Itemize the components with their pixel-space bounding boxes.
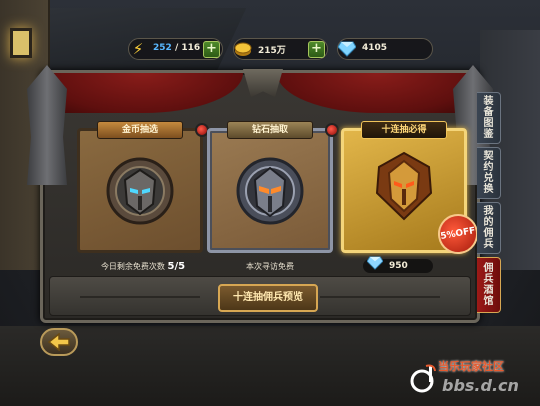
- free-draws-count: 5/5: [167, 261, 186, 272]
- energy-max: 116: [181, 43, 201, 53]
- gem-value: 4105: [362, 43, 388, 53]
- notification-dot: [325, 123, 339, 137]
- divider-left: [80, 296, 200, 298]
- diamond-draw-card[interactable]: 钻石抽取: [207, 121, 339, 253]
- gold-value: 215万: [258, 46, 286, 56]
- tab-my-mercenaries[interactable]: 我的佣兵: [477, 202, 501, 254]
- card-title: 钻石抽取: [227, 121, 313, 139]
- energy-current: 252: [153, 43, 172, 53]
- discount-badge: 5%OFF: [434, 210, 482, 258]
- bronze-helmet-icon: [106, 157, 174, 224]
- dangle-logo-icon: [410, 364, 436, 393]
- energy-separator: /: [174, 43, 179, 53]
- watermark-name: 当乐玩家社区: [438, 360, 504, 373]
- gem-counter: 4105: [337, 38, 433, 60]
- side-tabs: 装备图鉴 契约兑换 我的佣兵 佣兵酒馆: [477, 92, 503, 316]
- summon-panel: 金币抽选 钻石抽取 十连抽必得 5%OFF 今日剩余免费次数 5/5 本次寻访免…: [27, 65, 493, 323]
- energy-text: 252 / 116: [153, 43, 200, 53]
- add-gold-button[interactable]: +: [308, 41, 325, 58]
- ten-draw-card[interactable]: 十连抽必得 5%OFF: [341, 121, 482, 258]
- bottom-bar: 十连抽佣兵预览: [49, 276, 471, 316]
- gold-helmet-icon: [375, 151, 433, 221]
- price-value: 950: [389, 261, 408, 271]
- gold-counter: 215万 +: [233, 38, 328, 60]
- back-arrow-icon: [47, 333, 70, 351]
- curtain-left: [43, 73, 243, 113]
- gold-draw-card[interactable]: 金币抽选: [77, 121, 209, 253]
- lightning-icon: ⚡: [132, 40, 144, 58]
- add-energy-button[interactable]: +: [203, 41, 220, 58]
- curtain-right: [277, 73, 477, 113]
- free-draws-caption: 今日剩余免费次数 5/5: [73, 261, 213, 272]
- card-title: 十连抽必得: [361, 121, 447, 139]
- watermark: 当乐玩家社区 bbs.d.cn: [406, 356, 536, 402]
- gargoyle-left: [27, 65, 67, 185]
- steel-helmet-icon: [236, 157, 304, 224]
- panel-crest: [243, 69, 283, 97]
- tab-contract-exchange[interactable]: 契约兑换: [477, 147, 501, 199]
- free-visit-caption: 本次寻访免费: [246, 262, 294, 271]
- back-button[interactable]: [40, 328, 78, 356]
- lit-window: [10, 28, 32, 58]
- ten-draw-preview-button[interactable]: 十连抽佣兵预览: [218, 284, 318, 312]
- diamond-icon: [366, 256, 384, 274]
- tab-equipment-codex[interactable]: 装备图鉴: [477, 92, 501, 144]
- tab-mercenary-tavern[interactable]: 佣兵酒馆: [477, 257, 501, 313]
- divider-right: [320, 296, 440, 298]
- free-draws-label: 今日剩余免费次数: [100, 262, 168, 271]
- gold-coin-icon: [230, 36, 256, 62]
- diamond-icon: [334, 36, 360, 62]
- energy-counter: ⚡ 252 / 116 +: [128, 38, 223, 60]
- ten-draw-price: 950: [363, 256, 433, 274]
- watermark-url: bbs.d.cn: [442, 376, 519, 395]
- card-title: 金币抽选: [97, 121, 183, 139]
